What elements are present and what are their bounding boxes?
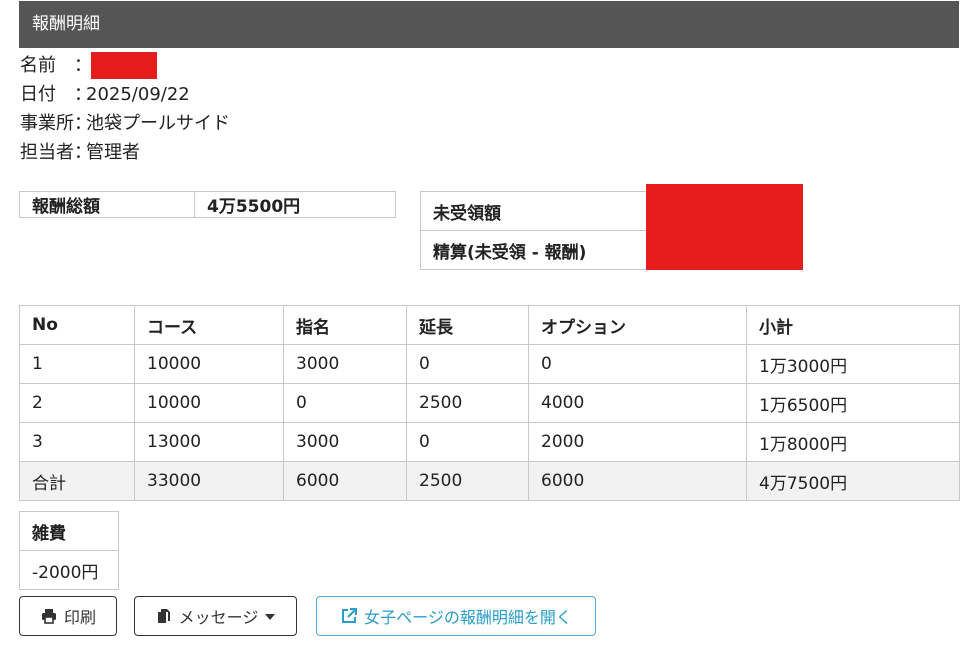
printer-icon (40, 607, 58, 625)
info-date: 日付 ：2025/09/22 (20, 85, 190, 105)
unpaid-label: 未受領額 (420, 191, 648, 231)
table-row: 2 10000 0 2500 4000 1万6500円 (19, 383, 960, 423)
message-label: メッセージ (178, 608, 259, 627)
col-header-no: No (19, 305, 135, 345)
misc-label: 雑費 (19, 511, 119, 551)
open-girl-page-label: 女子ページの報酬明細を開く (364, 608, 572, 627)
caret-down-icon (264, 607, 276, 625)
page-title: 報酬明細 (32, 14, 100, 34)
table-row: 1 10000 3000 0 0 1万3000円 (19, 344, 960, 384)
cell-option: 4000 (528, 383, 747, 423)
misc-value: -2000円 (19, 550, 119, 590)
cell-course: 13000 (134, 422, 284, 462)
cell-option: 0 (528, 344, 747, 384)
total-reward-value: 4万5500円 (194, 191, 396, 218)
total-reward-table: 報酬総額 4万5500円 (19, 191, 396, 218)
cell-course: 10000 (134, 344, 284, 384)
print-label: 印刷 (63, 608, 96, 627)
cell-total-subtotal: 4万7500円 (746, 461, 960, 501)
col-header-extension: 延長 (406, 305, 529, 345)
misc-expense-table: 雑費 -2000円 (19, 511, 119, 590)
external-link-icon (340, 607, 358, 625)
open-girl-page-link[interactable]: 女子ページの報酬明細を開く (316, 596, 596, 636)
table-total-row: 合計 33000 6000 2500 6000 4万7500円 (19, 461, 960, 501)
message-button[interactable]: メッセージ (134, 596, 297, 636)
info-staff: 担当者：管理者 (20, 143, 140, 163)
staff-label: 担当者： (20, 142, 92, 163)
cell-no: 3 (19, 422, 135, 462)
cell-extension: 2500 (406, 383, 529, 423)
office-label: 事業所： (20, 113, 92, 134)
cell-extension: 0 (406, 422, 529, 462)
total-reward-label: 報酬総額 (19, 191, 195, 218)
print-button[interactable]: 印刷 (19, 596, 117, 636)
cell-nomination: 0 (283, 383, 407, 423)
name-redaction (91, 52, 157, 79)
date-label: 日付 ： (20, 84, 92, 105)
cell-total-option: 6000 (528, 461, 747, 501)
date-value: 2025/09/22 (86, 84, 190, 105)
cell-total-course: 33000 (134, 461, 284, 501)
documents-icon (155, 607, 173, 625)
col-header-course: コース (134, 305, 284, 345)
office-value: 池袋プールサイド (86, 113, 230, 134)
unpaid-redaction (646, 184, 803, 270)
cell-option: 2000 (528, 422, 747, 462)
cell-no: 2 (19, 383, 135, 423)
col-header-option: オプション (528, 305, 747, 345)
cell-nomination: 3000 (283, 422, 407, 462)
page-header: 報酬明細 (19, 1, 959, 48)
settle-label: 精算(未受領 - 報酬) (420, 230, 648, 270)
cell-no: 1 (19, 344, 135, 384)
reward-detail-table: No コース 指名 延長 オプション 小計 1 10000 3000 0 0 1… (19, 305, 960, 501)
col-header-subtotal: 小計 (746, 305, 960, 345)
cell-extension: 0 (406, 344, 529, 384)
cell-total-extension: 2500 (406, 461, 529, 501)
col-header-nomination: 指名 (283, 305, 407, 345)
info-name: 名前 ： (20, 55, 92, 76)
info-office: 事業所：池袋プールサイド (20, 114, 230, 134)
staff-value: 管理者 (86, 142, 140, 163)
name-label: 名前 ： (20, 55, 92, 76)
cell-total-label: 合計 (19, 461, 135, 501)
cell-total-nomination: 6000 (283, 461, 407, 501)
table-header-row: No コース 指名 延長 オプション 小計 (19, 305, 960, 345)
cell-subtotal: 1万8000円 (746, 422, 960, 462)
cell-subtotal: 1万6500円 (746, 383, 960, 423)
cell-subtotal: 1万3000円 (746, 344, 960, 384)
cell-course: 10000 (134, 383, 284, 423)
table-row: 3 13000 3000 0 2000 1万8000円 (19, 422, 960, 462)
cell-nomination: 3000 (283, 344, 407, 384)
